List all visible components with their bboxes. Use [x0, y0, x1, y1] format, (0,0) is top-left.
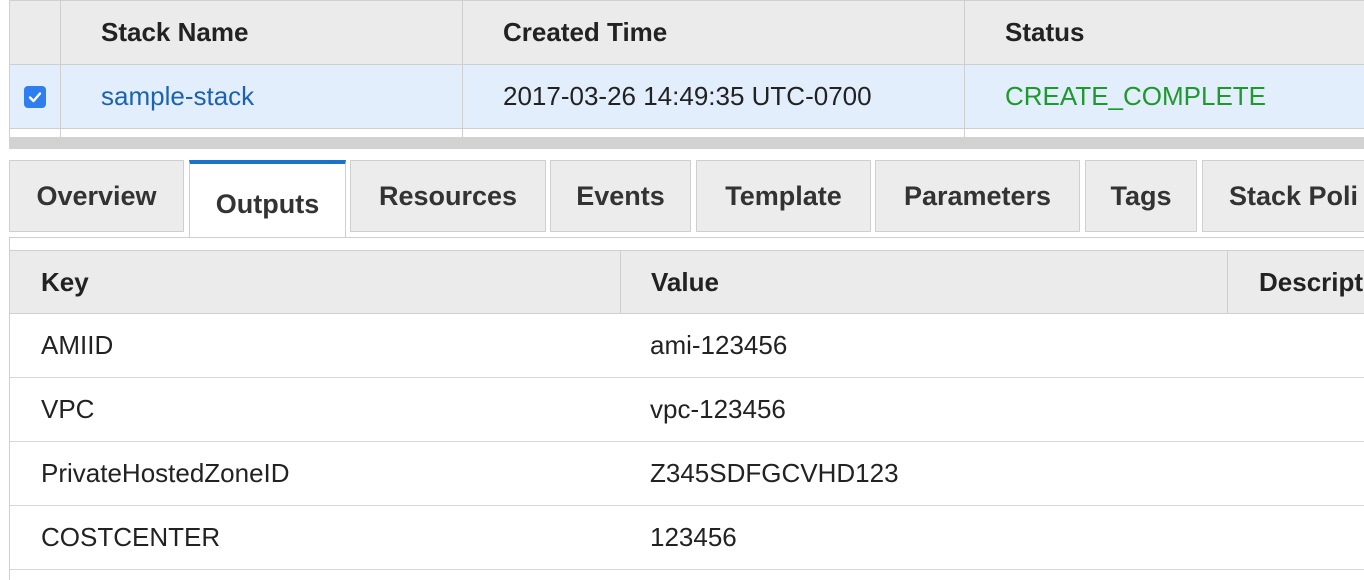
column-header-created-time[interactable]: Created Time [462, 1, 964, 64]
column-header-description[interactable]: Descript [1227, 251, 1364, 313]
stack-row[interactable]: sample-stack 2017-03-26 14:49:35 UTC-070… [10, 65, 1364, 129]
output-value: Z345SDFGCVHD123 [650, 458, 899, 488]
table-row: PrivateHostedZoneID Z345SDFGCVHD123 [10, 442, 1364, 506]
output-description [1227, 314, 1364, 377]
checkbox-checked-icon[interactable] [24, 85, 46, 108]
checkmark-icon [28, 91, 42, 102]
tab-tags[interactable]: Tags [1085, 160, 1197, 232]
tab-stack-policy[interactable]: Stack Poli [1202, 160, 1364, 232]
output-value: 123456 [650, 522, 737, 552]
tab-overview[interactable]: Overview [9, 160, 184, 232]
cloudformation-stack-view: Stack Name Created Time Status sample-st… [0, 0, 1364, 580]
output-value: ami-123456 [650, 330, 788, 360]
column-header-status[interactable]: Status [964, 1, 1364, 64]
outputs-table-header: Key Value Descript [10, 250, 1364, 314]
status-cell: CREATE_COMPLETE [964, 65, 1364, 128]
output-description [1227, 378, 1364, 441]
output-key: VPC [41, 394, 95, 424]
output-key: AMIID [41, 330, 114, 360]
stack-table-header: Stack Name Created Time Status [10, 0, 1364, 65]
partial-cell [964, 129, 1364, 137]
tab-events[interactable]: Events [550, 160, 691, 232]
status-badge: CREATE_COMPLETE [1005, 81, 1267, 111]
outputs-panel: Key Value Descript AMIID ami-123456 VPC … [9, 237, 1364, 580]
column-header-stack-name[interactable]: Stack Name [60, 1, 462, 64]
tab-outputs[interactable]: Outputs [189, 160, 346, 238]
pane-resize-handle[interactable] [9, 137, 1364, 149]
column-header-value[interactable]: Value [620, 251, 1227, 313]
output-value: vpc-123456 [650, 394, 786, 424]
partial-cell [462, 129, 964, 137]
table-row: COSTCENTER 123456 [10, 506, 1364, 570]
tab-parameters[interactable]: Parameters [875, 160, 1080, 232]
tab-resources[interactable]: Resources [350, 160, 546, 232]
stack-name-link[interactable]: sample-stack [101, 81, 254, 112]
output-key: COSTCENTER [41, 522, 221, 552]
stack-row-partial [10, 129, 1364, 137]
table-row: AMIID ami-123456 [10, 314, 1364, 378]
column-header-key[interactable]: Key [10, 251, 620, 313]
stack-table: Stack Name Created Time Status sample-st… [9, 0, 1364, 137]
output-description [1227, 442, 1364, 505]
output-key: PrivateHostedZoneID [41, 458, 290, 488]
table-row: VPC vpc-123456 [10, 378, 1364, 442]
detail-tabs: Overview Outputs Resources Events Templa… [9, 160, 1364, 238]
created-time-cell: 2017-03-26 14:49:35 UTC-0700 [462, 65, 964, 128]
row-select-cell [10, 65, 60, 128]
output-description [1227, 506, 1364, 569]
stack-name-cell: sample-stack [60, 65, 462, 128]
tab-template[interactable]: Template [696, 160, 871, 232]
select-column-header [10, 1, 60, 64]
partial-cell [60, 129, 462, 137]
